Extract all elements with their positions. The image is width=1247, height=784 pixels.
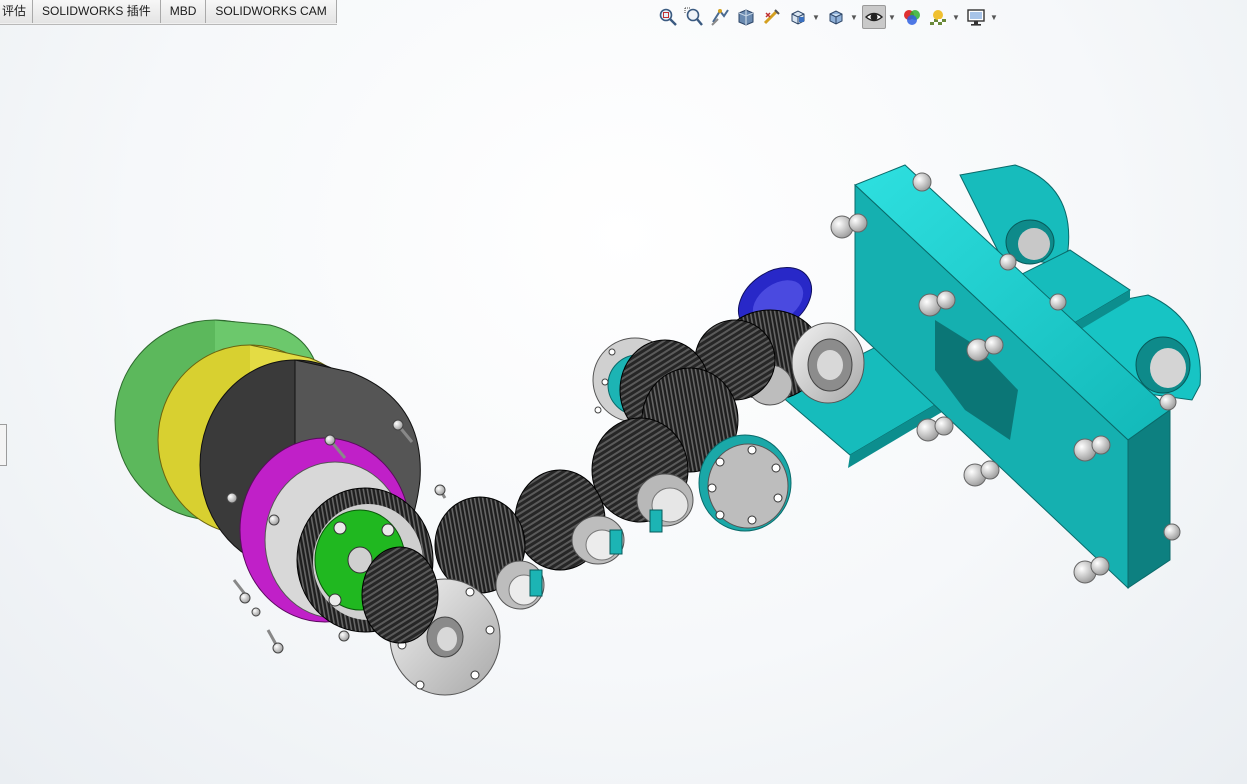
view-orientation-icon [791,10,805,25]
edit-appearance-button[interactable] [900,5,924,29]
section-view-icon [738,9,754,26]
planetary-ring-assembly[interactable] [114,319,447,654]
intermediate-flange-lower[interactable] [698,434,792,532]
dynamic-annotation-views-button[interactable] [760,5,784,29]
command-manager-tabs: 评估 SOLIDWORKS 插件 MBD SOLIDWORKS CAM [0,0,337,25]
apply-scene-dropdown[interactable]: ▼ [952,5,960,29]
edit-appearance-icon [904,10,920,25]
graphics-area[interactable]: 评估 SOLIDWORKS 插件 MBD SOLIDWORKS CAM ▼ ▼ [0,0,1247,784]
hide-show-items-dropdown[interactable]: ▼ [888,5,896,29]
gearbox-assembly-model[interactable] [0,0,1247,784]
zoom-to-area-icon [684,7,703,26]
heads-up-view-toolbar: ▼ ▼ ▼ ▼ ▼ [656,4,1002,30]
zoom-to-fit-button[interactable] [656,5,680,29]
dynamic-annotation-views-icon [763,9,780,25]
zoom-to-area-button[interactable] [682,5,706,29]
view-orientation-dropdown[interactable]: ▼ [812,5,820,29]
zoom-to-fit-icon [659,8,677,26]
display-style-button[interactable] [824,5,848,29]
section-view-button[interactable] [734,5,758,29]
display-style-dropdown[interactable]: ▼ [850,5,858,29]
hide-show-items-button[interactable] [862,5,886,29]
view-settings-dropdown[interactable]: ▼ [990,5,998,29]
view-settings-icon [967,9,985,26]
feature-manager-flyout-handle[interactable] [0,424,7,466]
tab-evaluate[interactable]: 评估 [0,0,34,23]
apply-scene-icon [930,10,946,25]
tab-solidworks-addins[interactable]: SOLIDWORKS 插件 [33,0,161,23]
view-settings-button[interactable] [964,5,988,29]
tab-mbd[interactable]: MBD [160,0,207,23]
previous-view-icon [711,9,729,26]
display-style-icon [829,10,843,25]
tab-solidworks-cam[interactable]: SOLIDWORKS CAM [206,0,337,23]
hide-show-items-icon [864,12,884,22]
previous-view-button[interactable] [708,5,732,29]
view-orientation-button[interactable] [786,5,810,29]
apply-scene-button[interactable] [926,5,950,29]
